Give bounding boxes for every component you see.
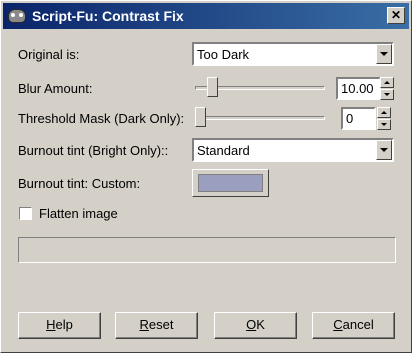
gimp-icon [8,9,26,23]
threshold-mask-slider-handle[interactable] [195,107,206,127]
blur-amount-spin-up[interactable] [380,77,394,88]
burnout-tint-value: Standard [197,143,250,158]
cancel-label: ancel [342,317,374,332]
help-button[interactable]: Help [18,312,101,339]
blur-amount-slider-handle[interactable] [206,77,218,97]
flatten-image-label: Flatten image [39,206,118,221]
ok-button[interactable]: OK [214,312,297,339]
blur-amount-input[interactable]: 10.00 [336,77,381,100]
original-is-value: Too Dark [197,47,250,62]
threshold-mask-spin-up[interactable] [377,107,391,118]
original-is-combo[interactable]: Too Dark [192,42,394,66]
progress-bar [18,237,396,263]
title-bar[interactable]: Script-Fu: Contrast Fix ✕ [3,3,409,29]
burnout-tint-color-button[interactable] [192,169,269,197]
burnout-tint-label: Burnout tint (Bright Only):: [18,143,169,158]
blur-amount-spin-down[interactable] [380,89,394,100]
chevron-down-icon[interactable] [376,44,392,64]
close-icon[interactable]: ✕ [387,7,405,24]
flatten-image-checkbox[interactable] [19,207,32,220]
ok-label: K [256,317,265,332]
burnout-tint-custom-label: Burnout tint: Custom: [18,176,141,191]
threshold-mask-slider-track[interactable] [195,116,325,120]
burnout-tint-combo[interactable]: Standard [192,138,394,162]
window-title: Script-Fu: Contrast Fix [32,8,184,24]
help-mnemonic: H [46,317,56,332]
dialog-window: Script-Fu: Contrast Fix ✕ Original is: T… [0,0,412,353]
ok-mnemonic: O [246,317,257,332]
chevron-down-icon[interactable] [376,140,392,160]
blur-amount-label: Blur Amount: [18,81,93,96]
reset-mnemonic: R [139,317,149,332]
cancel-mnemonic: C [333,317,343,332]
help-label: elp [55,317,73,332]
reset-label: eset [148,317,174,332]
threshold-mask-input[interactable]: 0 [341,107,376,130]
threshold-mask-label: Threshold Mask (Dark Only): [18,111,185,126]
reset-button[interactable]: Reset [115,312,198,339]
color-swatch [198,174,263,192]
original-is-label: Original is: [18,47,80,62]
threshold-mask-spin-down[interactable] [377,119,391,130]
cancel-button[interactable]: Cancel [312,312,395,339]
